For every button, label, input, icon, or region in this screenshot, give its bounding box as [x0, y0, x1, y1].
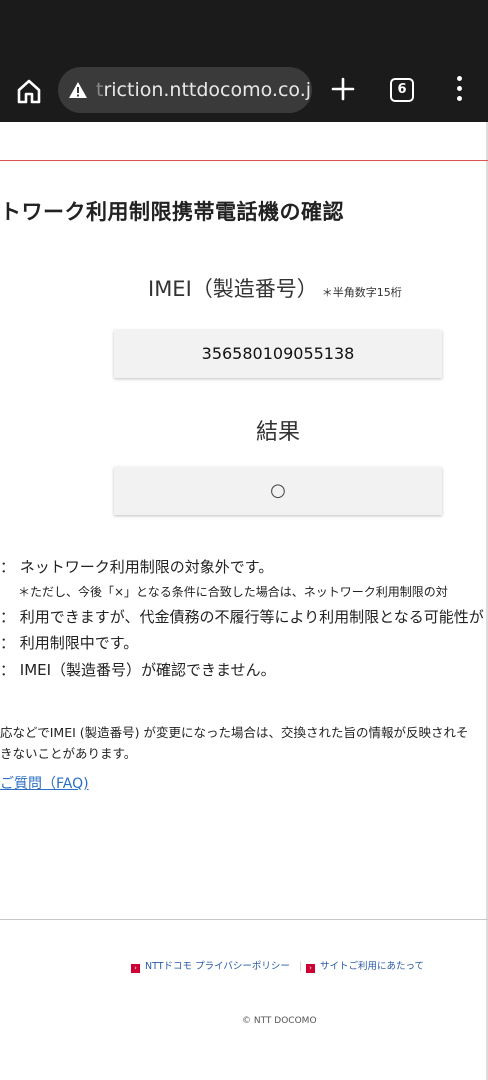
footer-separator: ｜	[296, 962, 306, 973]
imei-field[interactable]: 356580109055138	[114, 330, 442, 378]
address-bar[interactable]: triction.nttdocomo.co.jp	[58, 67, 312, 113]
browser-toolbar: triction.nttdocomo.co.jp 6	[0, 60, 488, 122]
imei-note: ＊半角数字15桁	[321, 286, 402, 299]
result-field: ○	[114, 467, 442, 515]
legend-item-available: ： ネットワーク利用制限の対象外です。	[0, 558, 274, 576]
arrow-right-icon: ›	[131, 964, 140, 973]
header-divider	[0, 160, 488, 161]
privacy-policy-link[interactable]: › NTTドコモ プライバシーポリシー	[131, 958, 290, 973]
plus-icon[interactable]	[330, 76, 356, 102]
legend-item-possible-restriction: ： 利用できますが、代金債務の不履行等により利用制限となる可能性が	[0, 608, 484, 626]
legend-item-restricted: ： 利用制限中です。	[0, 634, 139, 652]
arrow-right-icon: ›	[306, 964, 315, 973]
copyright: © NTT DOCOMO	[242, 1016, 317, 1026]
more-vert-icon[interactable]	[454, 76, 464, 104]
result-label: 結果	[256, 420, 301, 445]
privacy-policy-label: NTTドコモ プライバシーポリシー	[145, 961, 290, 972]
faq-link[interactable]: ご質問（FAQ)	[0, 773, 89, 793]
notice-line-2: きないことがあります。	[0, 746, 137, 761]
page-title: トワーク利用制限携帯電話機の確認	[0, 200, 344, 224]
footer-divider	[0, 919, 488, 920]
notice-line-1: 応などでIMEI (製造番号) が変更になった場合は、交換された旨の情報が反映さ…	[0, 725, 469, 740]
url-text: triction.nttdocomo.co.jp	[96, 79, 312, 101]
url-domain: riction.nttdocomo.co.jp	[103, 79, 312, 101]
site-terms-label: サイトご利用にあたって	[320, 961, 425, 972]
legend-item-unconfirmed: ： IMEI（製造番号）が確認できません。	[0, 661, 276, 679]
status-bar	[0, 0, 488, 60]
tabs-icon[interactable]: 6	[390, 78, 414, 102]
home-icon[interactable]	[14, 76, 44, 106]
warning-icon[interactable]	[68, 81, 88, 99]
imei-label-text: IMEI（製造番号）	[148, 277, 318, 301]
site-terms-link[interactable]: › サイトご利用にあたって	[306, 958, 424, 973]
imei-label: IMEI（製造番号） ＊半角数字15桁	[148, 273, 402, 303]
legend-note: ＊ただし、今後「×」となる条件に合致した場合は、ネットワーク利用制限の対	[18, 585, 448, 599]
